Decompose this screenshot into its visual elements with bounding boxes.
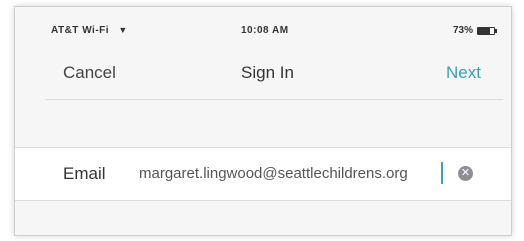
cancel-button[interactable]: Cancel xyxy=(63,63,116,83)
battery-fill xyxy=(478,27,490,34)
next-button[interactable]: Next xyxy=(446,63,481,83)
email-label: Email xyxy=(63,164,106,183)
carrier-text: AT&T Wi-Fi xyxy=(51,25,110,36)
clear-circle-icon[interactable]: ✕ xyxy=(458,166,473,181)
battery-cap xyxy=(495,28,497,33)
divider xyxy=(45,99,503,100)
wifi-icon: ▼ xyxy=(118,25,128,35)
phone-screen: AT&T Wi-Fi ▼ 10:08 AM 73% Cancel Sign In… xyxy=(14,6,512,236)
status-bar: AT&T Wi-Fi ▼ 10:08 AM 73% xyxy=(15,7,511,47)
status-time: 10:08 AM xyxy=(241,25,289,36)
battery-percent: 73% xyxy=(452,25,473,36)
carrier-label: AT&T Wi-Fi ▼ xyxy=(51,25,128,36)
navigation-bar: Cancel Sign In Next xyxy=(15,47,511,99)
text-cursor xyxy=(441,162,443,184)
battery-icon xyxy=(477,26,497,35)
email-row: Email ✕ xyxy=(15,147,511,201)
page-title: Sign In xyxy=(241,63,294,82)
battery-indicator: 73% xyxy=(452,25,497,36)
email-field[interactable] xyxy=(139,160,445,186)
